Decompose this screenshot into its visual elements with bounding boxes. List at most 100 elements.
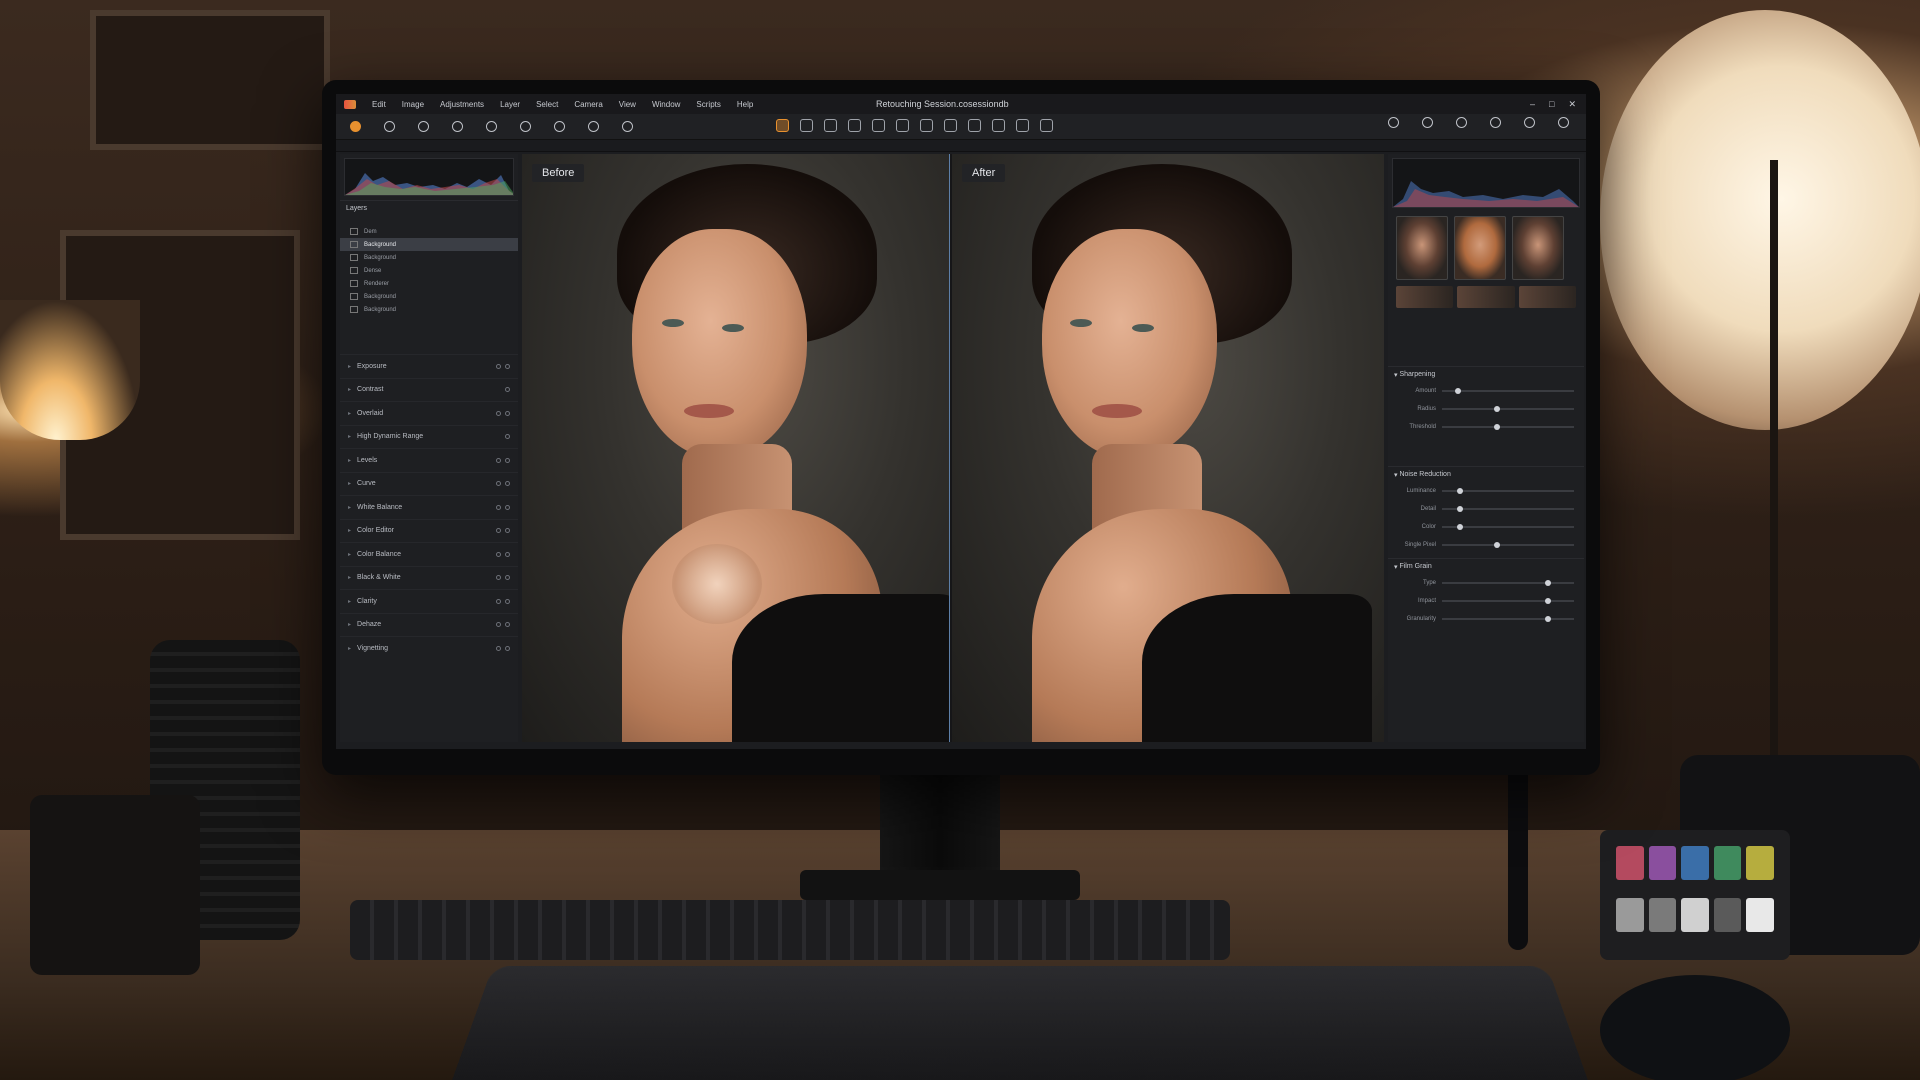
slider-label: Radius <box>1417 406 1436 412</box>
menu-camera[interactable]: Camera <box>574 100 602 109</box>
slider-knob[interactable] <box>1457 506 1464 512</box>
thumbnail[interactable] <box>1512 216 1564 280</box>
layer-row[interactable]: Dem <box>340 225 518 238</box>
slider-knob[interactable] <box>1494 406 1501 412</box>
thumbnail[interactable] <box>1396 216 1448 280</box>
chevron-right-icon: ▸ <box>348 481 352 488</box>
minimize-icon[interactable]: – <box>1530 99 1535 110</box>
toolbar-button[interactable] <box>548 120 570 133</box>
thumbnail[interactable] <box>1454 216 1506 280</box>
mask-tool-icon[interactable] <box>920 119 933 132</box>
filmstrip-item[interactable] <box>1518 286 1576 308</box>
adjustment-label: Curve <box>357 480 376 488</box>
menu-layer[interactable]: Layer <box>500 100 520 109</box>
menu-help[interactable]: Help <box>737 100 753 109</box>
adjustment-color-editor[interactable]: ▸ Color Editor <box>340 518 518 543</box>
layer-name: Dense <box>364 267 382 274</box>
slider-knob[interactable] <box>1544 580 1551 586</box>
brush-tool-icon[interactable] <box>944 119 957 132</box>
toolbar-button[interactable] <box>378 120 400 133</box>
adjustment-exposure[interactable]: ▸ Exposure <box>340 354 518 378</box>
filmstrip-item[interactable] <box>1457 286 1515 308</box>
rotate-tool-icon[interactable] <box>872 119 885 132</box>
zoom-tool-icon[interactable] <box>824 119 837 132</box>
adjustment-dehaze[interactable]: ▸ Dehaze <box>340 612 518 637</box>
toolbar-button[interactable] <box>582 120 604 133</box>
slider-track[interactable] <box>1442 616 1574 622</box>
film-grain-header[interactable]: ▾ Film Grain <box>1388 558 1584 574</box>
clone-tool-icon[interactable] <box>1016 119 1029 132</box>
picker-tool-icon[interactable] <box>1040 119 1053 132</box>
slider-knob[interactable] <box>1494 542 1501 548</box>
slider-track[interactable] <box>1442 598 1574 604</box>
import-icon <box>349 120 361 132</box>
noise-reduction-header[interactable]: ▾ Noise Reduction <box>1388 466 1584 482</box>
slider-knob[interactable] <box>1494 424 1501 430</box>
sharpening-header[interactable]: ▾ Sharpening <box>1388 366 1584 382</box>
eraser-tool-icon[interactable] <box>968 119 981 132</box>
layer-row[interactable]: Background <box>340 303 518 316</box>
menu-window[interactable]: Window <box>652 100 680 109</box>
heal-tool-icon[interactable] <box>992 119 1005 132</box>
image-viewer[interactable]: Before After <box>522 154 1384 742</box>
adjustment-color-balance[interactable]: ▸ Color Balance <box>340 542 518 566</box>
layer-row-selected[interactable]: Background <box>340 238 518 251</box>
crop-tool-icon[interactable] <box>848 119 861 132</box>
adjustment-overlaid[interactable]: ▸ Overlaid <box>340 401 518 425</box>
toolbar-button[interactable] <box>480 120 502 133</box>
menu-edit[interactable]: Edit <box>372 100 386 109</box>
pan-tool-icon[interactable] <box>800 119 813 132</box>
keystone-tool-icon[interactable] <box>896 119 909 132</box>
adjustment-black-white[interactable]: ▸ Black & White <box>340 565 518 590</box>
menu-select[interactable]: Select <box>536 100 558 109</box>
layer-row[interactable]: Background <box>340 251 518 264</box>
slider-track[interactable] <box>1442 406 1574 412</box>
adjustment-label: Black & White <box>357 574 401 582</box>
layer-row[interactable]: Dense <box>340 264 518 277</box>
layer-name: Background <box>364 254 397 261</box>
toolbar-button[interactable] <box>1450 117 1472 128</box>
adjustment-curve[interactable]: ▸ Curve <box>340 471 518 496</box>
pointer-tool-icon[interactable] <box>776 119 789 132</box>
toolbar-button[interactable] <box>616 120 638 133</box>
slider-track[interactable] <box>1442 488 1574 494</box>
toolbar-button[interactable] <box>344 120 366 133</box>
slider-knob[interactable] <box>1454 388 1461 394</box>
toolbar-button[interactable] <box>412 120 434 133</box>
toolbar-button[interactable] <box>1484 117 1506 128</box>
adjustment-clarity[interactable]: ▸ Clarity <box>340 589 518 613</box>
adjustment-vignetting[interactable]: ▸ Vignetting <box>340 636 518 660</box>
slider-knob[interactable] <box>1544 598 1551 604</box>
slider-knob[interactable] <box>1457 524 1464 530</box>
maximize-icon[interactable]: □ <box>1549 99 1554 110</box>
layers-panel-header[interactable]: Layers <box>340 200 518 215</box>
toolbar-button[interactable] <box>1416 117 1438 128</box>
menu-adjustments[interactable]: Adjustments <box>440 100 484 109</box>
adjustment-contrast[interactable]: ▸ Contrast <box>340 377 518 402</box>
menu-image[interactable]: Image <box>402 100 424 109</box>
toolbar-button[interactable] <box>1552 117 1574 128</box>
slider-knob[interactable] <box>1457 488 1464 494</box>
menu-scripts[interactable]: Scripts <box>696 100 720 109</box>
slider-knob[interactable] <box>1544 616 1551 622</box>
toolbar-button[interactable] <box>514 120 536 133</box>
menu-view[interactable]: View <box>619 100 636 109</box>
studio-umbrella-light <box>1600 10 1920 430</box>
close-icon[interactable]: ✕ <box>1568 99 1576 110</box>
toolbar-button[interactable] <box>1518 117 1540 128</box>
adjustment-levels[interactable]: ▸ Levels <box>340 448 518 472</box>
chevron-right-icon: ▸ <box>348 457 352 464</box>
adjustment-white-balance[interactable]: ▸ White Balance <box>340 495 518 519</box>
adjustment-hdr[interactable]: ▸ High Dynamic Range <box>340 424 518 449</box>
filmstrip-item[interactable] <box>1396 286 1454 308</box>
slider-track[interactable] <box>1442 424 1574 430</box>
layer-row[interactable]: Background <box>340 290 518 303</box>
layer-row[interactable]: Renderer <box>340 277 518 290</box>
toolbar-button[interactable] <box>1382 117 1404 128</box>
slider-track[interactable] <box>1442 388 1574 394</box>
slider-track[interactable] <box>1442 580 1574 586</box>
slider-track[interactable] <box>1442 524 1574 530</box>
slider-track[interactable] <box>1442 542 1574 548</box>
toolbar-button[interactable] <box>446 120 468 133</box>
slider-track[interactable] <box>1442 506 1574 512</box>
